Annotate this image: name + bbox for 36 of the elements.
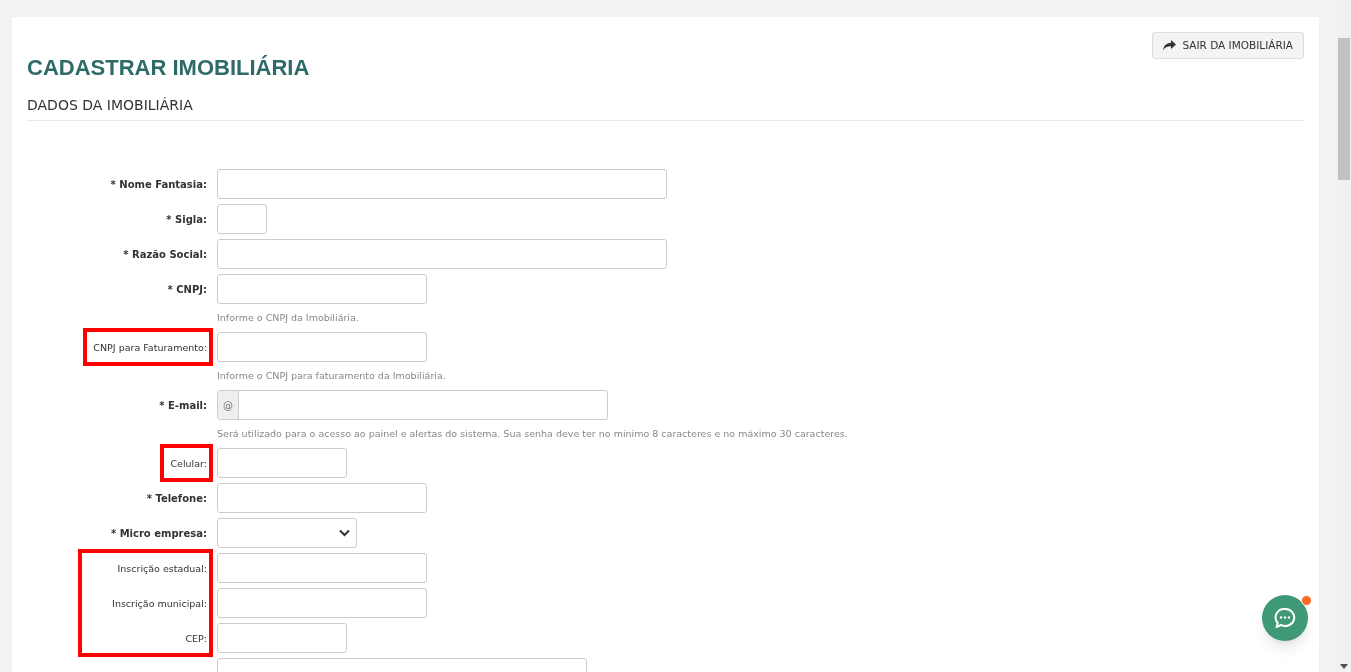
scroll-down-arrow-icon[interactable]: [1340, 664, 1348, 669]
text-field[interactable]: [217, 623, 347, 653]
chevron-down-icon: [339, 529, 350, 537]
select-field[interactable]: [217, 518, 357, 548]
field-label: * Telefone:: [146, 491, 207, 505]
field-label: Celular:: [170, 456, 207, 470]
field-label: CNPJ para Faturamento:: [93, 340, 207, 354]
help-text: Será utilizado para o acesso ao painel e alertas do sistema. Sua senha deve ter no minimo 8 caracteres e no máximo 30 caracteres.: [217, 428, 848, 440]
section-heading: DADOS DA IMOBILIÁRIA: [27, 96, 193, 115]
field-label: * CNPJ:: [167, 282, 207, 296]
text-field[interactable]: [217, 448, 347, 478]
email-field[interactable]: @: [217, 390, 608, 420]
text-field[interactable]: [217, 204, 267, 234]
help-text: Informe o CNPJ da Imobiliária.: [217, 312, 359, 324]
field-label: * Nome Fantasia:: [110, 177, 207, 191]
exit-button[interactable]: SAIR DA IMOBILIÁRIA: [1152, 32, 1304, 59]
page-title: CADASTRAR IMOBILIÁRIA: [27, 55, 310, 81]
text-field[interactable]: [217, 169, 667, 199]
text-field[interactable]: [217, 588, 427, 618]
text-field[interactable]: [217, 274, 427, 304]
field-label: * E-mail:: [159, 398, 207, 412]
text-field[interactable]: [217, 483, 427, 513]
text-field[interactable]: [217, 239, 667, 269]
scrollbar-thumb[interactable]: [1338, 38, 1350, 180]
field-label: * Micro empresa:: [110, 526, 207, 540]
at-sign-addon: @: [218, 391, 239, 419]
share-arrow-icon: [1163, 40, 1177, 51]
field-label: * Sigla:: [166, 212, 207, 226]
field-label: * Razão Social:: [123, 247, 207, 261]
field-label: Inscrição estadual:: [117, 561, 207, 575]
field-label: Inscrição municipal:: [112, 596, 207, 610]
help-text: Informe o CNPJ para faturamento da Imobiliária.: [217, 370, 446, 382]
text-field[interactable]: [217, 332, 427, 362]
field-label: CEP:: [185, 631, 207, 645]
text-field[interactable]: [217, 553, 427, 583]
chat-bubble-icon: [1273, 606, 1297, 630]
